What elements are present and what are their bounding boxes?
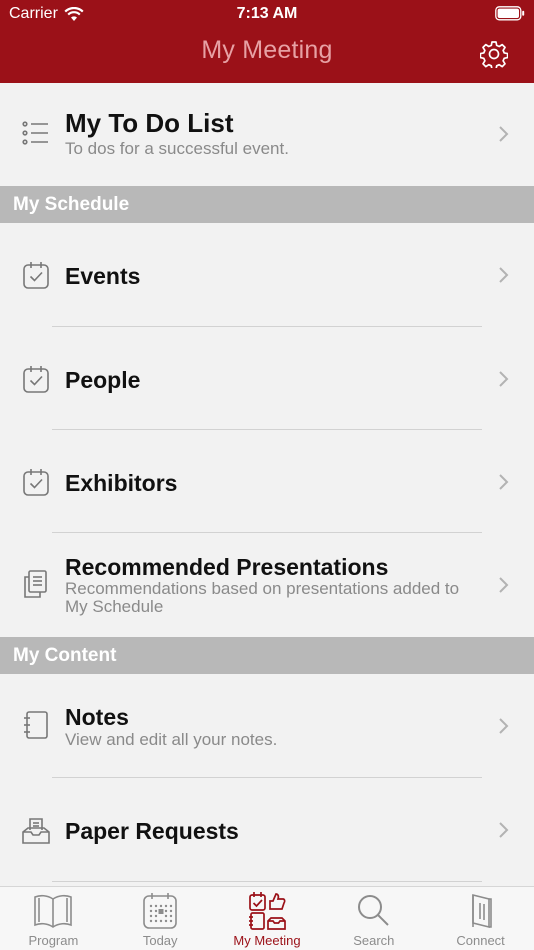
exhibitors-title: Exhibitors	[65, 470, 178, 496]
recommended-title: Recommended Presentations	[65, 554, 389, 580]
chevron-right-icon	[499, 822, 509, 838]
search-icon	[357, 895, 389, 926]
tab-search-label: Search	[353, 933, 395, 948]
tab-my-meeting[interactable]: My Meeting	[214, 887, 321, 950]
chevron-right-icon	[499, 267, 509, 283]
todo-subtitle: To dos for a successful event.	[65, 139, 289, 158]
tab-my-meeting-label: My Meeting	[233, 933, 301, 948]
tab-program[interactable]: Program	[0, 887, 107, 950]
tab-connect-label: Connect	[456, 933, 505, 948]
gear-icon[interactable]	[480, 40, 508, 68]
chevron-right-icon	[499, 126, 509, 142]
tab-search[interactable]: Search	[320, 887, 427, 950]
recommended-subtitle: Recommendations based on presentations a…	[65, 579, 460, 616]
tab-today-label: Today	[142, 933, 178, 948]
status-time: 7:13 AM	[236, 5, 298, 22]
checklist-icon	[22, 121, 48, 145]
schedule-item-exhibitors[interactable]: Exhibitors	[0, 430, 534, 533]
paper-requests-title: Paper Requests	[65, 818, 239, 844]
tab-connect[interactable]: Connect	[427, 887, 534, 950]
tab-today[interactable]: Today	[107, 887, 214, 950]
door-icon	[471, 893, 492, 929]
documents-icon	[24, 570, 47, 598]
notes-title: Notes	[65, 704, 129, 730]
inbox-document-icon	[22, 818, 50, 844]
page-title: My Meeting	[201, 36, 333, 64]
separator	[52, 881, 482, 882]
section-header-my-schedule: My Schedule	[0, 186, 534, 223]
calendar-check-icon	[23, 366, 49, 393]
calendar-check-icon	[23, 262, 49, 289]
content-item-notes[interactable]: Notes View and edit all your notes.	[0, 674, 534, 778]
nav-header: Carrier 7:13 AM My Meeting	[0, 0, 534, 83]
status-bar: Carrier 7:13 AM	[0, 0, 534, 28]
chevron-right-icon	[499, 474, 509, 490]
my-meeting-icon	[248, 892, 286, 930]
chevron-right-icon	[499, 577, 509, 593]
list-content[interactable]: My To Do List To dos for a successful ev…	[0, 83, 534, 886]
schedule-item-events[interactable]: Events	[0, 223, 534, 327]
todo-list-row[interactable]: My To Do List To dos for a successful ev…	[0, 83, 534, 186]
events-title: Events	[65, 263, 141, 289]
tab-bar: Program Today My Meeting Search Connect	[0, 886, 534, 950]
notebook-icon	[24, 711, 48, 739]
people-title: People	[65, 367, 141, 393]
todo-title: My To Do List	[65, 108, 234, 138]
tab-program-label: Program	[28, 933, 79, 948]
calendar-check-icon	[23, 469, 49, 496]
section-header-my-content: My Content	[0, 637, 534, 674]
calendar-icon	[143, 893, 177, 929]
chevron-right-icon	[499, 718, 509, 734]
schedule-item-recommended-presentations[interactable]: Recommended Presentations Recommendation…	[0, 533, 534, 637]
content-item-paper-requests[interactable]: Paper Requests	[0, 778, 534, 882]
chevron-right-icon	[499, 371, 509, 387]
book-icon	[34, 894, 73, 928]
notes-subtitle: View and edit all your notes.	[65, 730, 278, 749]
battery-icon	[495, 6, 525, 21]
schedule-item-people[interactable]: People	[0, 327, 534, 430]
